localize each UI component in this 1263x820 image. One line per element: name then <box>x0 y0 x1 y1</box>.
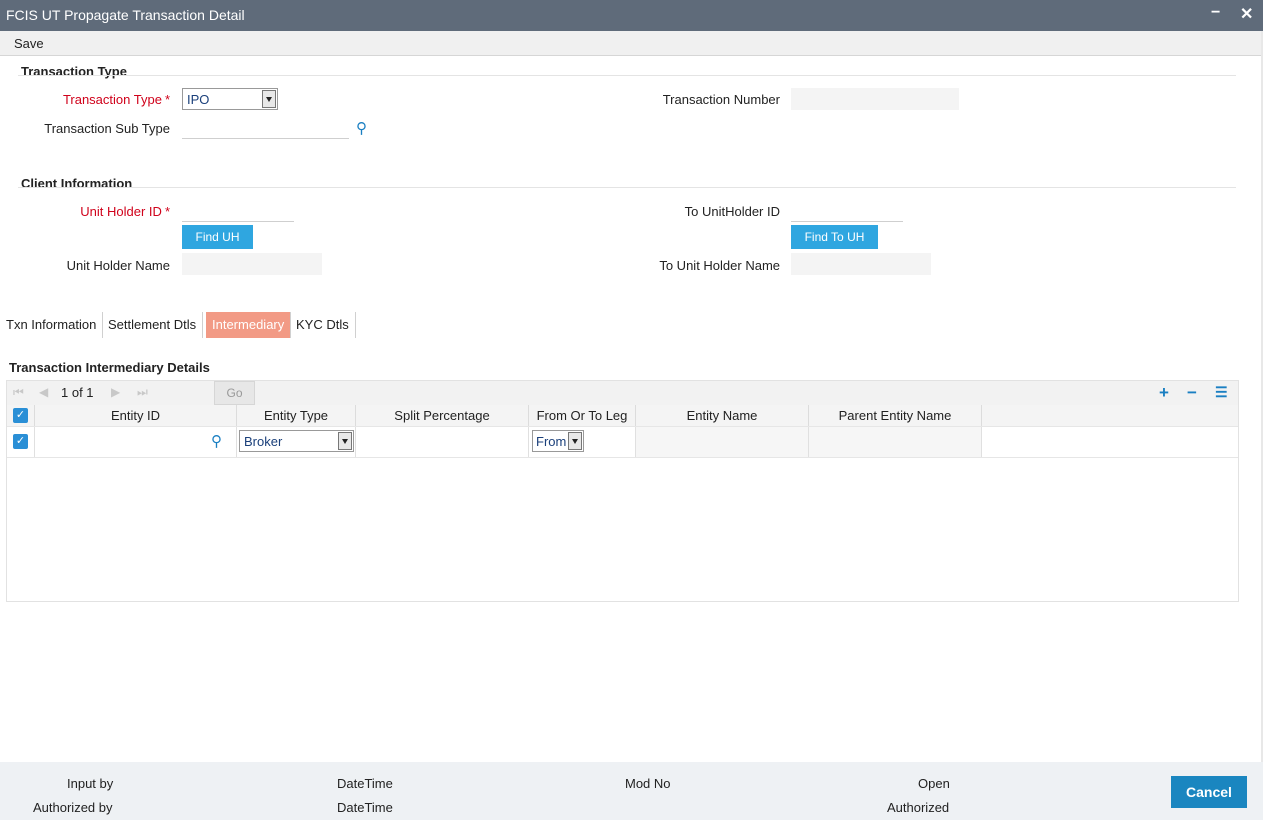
unit-holder-name-label: Unit Holder Name <box>66 258 170 273</box>
find-uh-button[interactable]: Find UH <box>182 225 253 249</box>
grid-header: ✓ Entity ID Entity Type Split Percentage… <box>7 405 1238 426</box>
window-title: FCIS UT Propagate Transaction Detail <box>6 7 245 23</box>
first-page-icon[interactable]: ⏮ <box>13 385 24 400</box>
page-indicator: 1 of 1 <box>61 385 94 400</box>
required-star: * <box>164 92 170 107</box>
leg-value: From <box>536 434 567 449</box>
parent-entity-name-cell <box>809 427 982 457</box>
section-title-client-information: Client Information <box>21 176 133 191</box>
chevron-down-icon[interactable] <box>262 90 276 108</box>
mod-no-label: Mod No <box>625 776 671 791</box>
column-header-split-percentage[interactable]: Split Percentage <box>356 405 529 426</box>
column-header-entity-id[interactable]: Entity ID <box>35 405 237 426</box>
menu-bar: Save <box>0 31 1263 56</box>
row-checkbox[interactable]: ✓ <box>13 434 28 449</box>
to-unit-holder-name-field <box>791 253 931 275</box>
minimize-icon[interactable]: − <box>1211 4 1220 22</box>
entity-type-select[interactable]: Broker <box>239 430 354 452</box>
cancel-button[interactable]: Cancel <box>1171 776 1247 808</box>
column-header-parent-entity-name[interactable]: Parent Entity Name <box>809 405 982 426</box>
find-to-uh-button[interactable]: Find To UH <box>791 225 878 249</box>
transaction-number-field <box>791 88 959 110</box>
unit-holder-id-input[interactable] <box>182 199 294 222</box>
transaction-type-label: Transaction Type * <box>62 92 170 107</box>
input-by-label: Input by <box>67 776 114 791</box>
leg-cell: From <box>529 427 636 457</box>
transaction-number-label: Transaction Number <box>662 92 780 107</box>
column-header-entity-name[interactable]: Entity Name <box>636 405 809 426</box>
header-select-all: ✓ <box>7 405 35 426</box>
next-page-icon[interactable]: ▶ <box>111 385 120 399</box>
last-page-icon[interactable]: ⏭ <box>137 385 148 400</box>
transaction-type-value: IPO <box>187 92 210 107</box>
tab-settlement-dtls[interactable]: Settlement Dtls <box>102 312 204 338</box>
table-row: ✓ ⚲ Broker From <box>7 426 1238 458</box>
tab-txn-information[interactable]: Txn Information <box>0 312 104 338</box>
to-unit-holder-id-input[interactable] <box>791 199 903 222</box>
required-star: * <box>164 204 170 219</box>
entity-name-cell <box>636 427 809 457</box>
to-unit-holder-name-label: To Unit Holder Name <box>659 258 780 273</box>
tab-kyc-dtls[interactable]: KYC Dtls <box>290 312 356 338</box>
go-button[interactable]: Go <box>214 381 255 405</box>
chevron-down-icon[interactable] <box>338 432 352 450</box>
to-unit-holder-id-label: To UnitHolder ID <box>684 204 780 219</box>
delete-row-icon[interactable]: − <box>1187 383 1197 403</box>
tab-intermediary[interactable]: Intermediary <box>206 312 292 338</box>
section-divider <box>18 187 1236 188</box>
add-row-icon[interactable]: + <box>1159 383 1169 403</box>
close-icon[interactable]: ✕ <box>1240 4 1253 24</box>
column-header-from-or-to-leg[interactable]: From Or To Leg <box>529 405 636 426</box>
authorized-datetime-label: DateTime <box>337 800 393 815</box>
search-icon[interactable]: ⚲ <box>211 432 222 450</box>
input-datetime-label: DateTime <box>337 776 393 791</box>
authorized-by-label: Authorized by <box>33 800 113 815</box>
authorized-status-label: Authorized <box>887 800 950 815</box>
grid-title: Transaction Intermediary Details <box>9 360 210 375</box>
grid-pager: ⏮ ◀ 1 of 1 ▶ ⏭ Go + − ☰ <box>7 381 1238 405</box>
window-title-bar: FCIS UT Propagate Transaction Detail − ✕ <box>0 0 1263 31</box>
select-all-checkbox[interactable]: ✓ <box>13 408 28 423</box>
unit-holder-name-field <box>182 253 322 275</box>
transaction-sub-type-input[interactable] <box>182 116 349 139</box>
chevron-down-icon[interactable] <box>568 432 582 450</box>
intermediary-grid: ⏮ ◀ 1 of 1 ▶ ⏭ Go + − ☰ ✓ Entity ID Enti… <box>6 380 1239 602</box>
open-status-label: Open <box>918 776 950 791</box>
row-select-cell: ✓ <box>7 427 35 457</box>
unit-holder-id-label: Unit Holder ID * <box>80 204 170 219</box>
entity-type-cell: Broker <box>237 427 356 457</box>
transaction-sub-type-label: Transaction Sub Type <box>44 121 170 136</box>
entity-id-cell[interactable]: ⚲ <box>35 427 237 457</box>
entity-type-value: Broker <box>244 434 283 449</box>
prev-page-icon[interactable]: ◀ <box>39 385 48 399</box>
audit-footer: Input by Authorized by DateTime DateTime… <box>0 762 1263 820</box>
section-divider <box>18 75 1236 76</box>
save-menu-item[interactable]: Save <box>14 36 44 51</box>
leg-select[interactable]: From <box>532 430 584 452</box>
section-title-transaction-type: Transaction Type <box>21 64 127 79</box>
list-view-icon[interactable]: ☰ <box>1215 384 1228 401</box>
search-icon[interactable]: ⚲ <box>356 119 367 137</box>
transaction-type-select[interactable]: IPO <box>182 88 278 110</box>
column-header-entity-type[interactable]: Entity Type <box>237 405 356 426</box>
split-percentage-cell[interactable] <box>356 427 529 457</box>
